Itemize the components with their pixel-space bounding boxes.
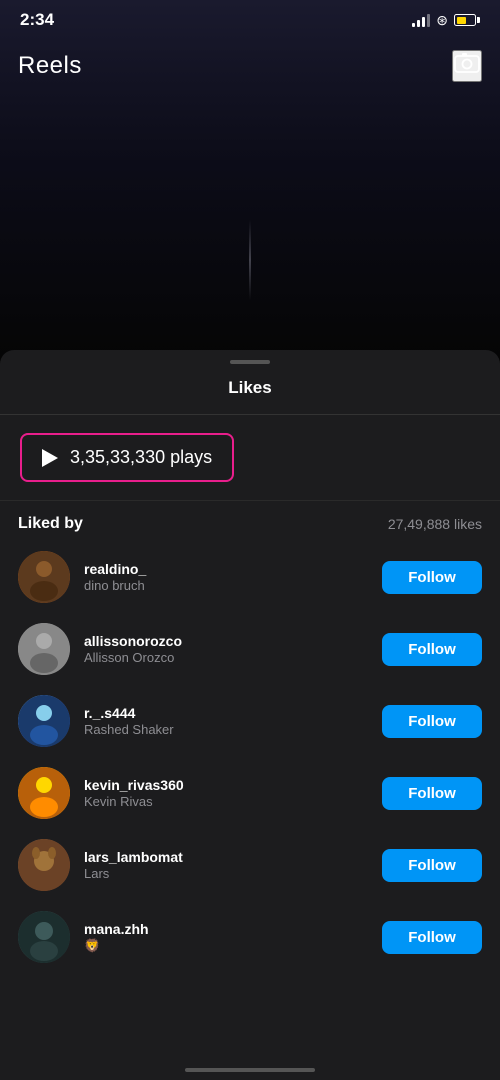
top-bar: Reels: [0, 0, 500, 92]
camera-button[interactable]: [452, 50, 482, 82]
reels-title: Reels: [18, 52, 82, 80]
follow-button[interactable]: Follow: [382, 849, 482, 882]
sheet-title: Likes: [0, 364, 500, 415]
list-item: lars_lambomat Lars Follow: [0, 829, 500, 901]
list-item: r._.s444 Rashed Shaker Follow: [0, 685, 500, 757]
user-info: kevin_rivas360 Kevin Rivas: [84, 777, 368, 809]
follow-button[interactable]: Follow: [382, 921, 482, 954]
plays-count: 3,35,33,330 plays: [70, 447, 212, 468]
user-list: realdino_ dino bruch Follow allissonoroz…: [0, 541, 500, 973]
avatar-inner: [18, 695, 70, 747]
avatar: [18, 551, 70, 603]
avatar: [18, 623, 70, 675]
avatar-inner: [18, 767, 70, 819]
list-item: realdino_ dino bruch Follow: [0, 541, 500, 613]
avatar: [18, 839, 70, 891]
avatar: [18, 767, 70, 819]
follow-button[interactable]: Follow: [382, 561, 482, 594]
user-info: r._.s444 Rashed Shaker: [84, 705, 368, 737]
avatar: [18, 911, 70, 963]
username: realdino_: [84, 561, 368, 577]
username: r._.s444: [84, 705, 368, 721]
avatar-inner: [18, 551, 70, 603]
home-indicator: [185, 1068, 315, 1072]
bottom-sheet: Likes 3,35,33,330 plays Liked by 27,49,8…: [0, 350, 500, 1080]
username: allissonorozco: [84, 633, 368, 649]
user-info: allissonorozco Allisson Orozco: [84, 633, 368, 665]
user-info: lars_lambomat Lars: [84, 849, 368, 881]
display-name: dino bruch: [84, 578, 368, 593]
liked-by-label: Liked by: [18, 515, 83, 533]
display-name: Rashed Shaker: [84, 722, 368, 737]
display-name: Kevin Rivas: [84, 794, 368, 809]
user-info: realdino_ dino bruch: [84, 561, 368, 593]
plays-container: 3,35,33,330 plays: [0, 415, 500, 501]
follow-button[interactable]: Follow: [382, 705, 482, 738]
avatar-inner: [18, 839, 70, 891]
display-name: 🦁: [84, 938, 368, 954]
avatar-inner: [18, 623, 70, 675]
user-info: mana.zhh 🦁: [84, 921, 368, 954]
username: kevin_rivas360: [84, 777, 368, 793]
username: lars_lambomat: [84, 849, 368, 865]
display-name: Allisson Orozco: [84, 650, 368, 665]
likes-count: 27,49,888 likes: [388, 516, 482, 532]
display-name: Lars: [84, 866, 368, 881]
avatar-inner: [18, 911, 70, 963]
list-item: mana.zhh 🦁 Follow: [0, 901, 500, 973]
username: mana.zhh: [84, 921, 368, 937]
list-item: allissonorozco Allisson Orozco Follow: [0, 613, 500, 685]
liked-by-header: Liked by 27,49,888 likes: [0, 501, 500, 541]
follow-button[interactable]: Follow: [382, 633, 482, 666]
avatar: [18, 695, 70, 747]
play-icon: [42, 449, 58, 467]
list-item: kevin_rivas360 Kevin Rivas Follow: [0, 757, 500, 829]
plays-box: 3,35,33,330 plays: [20, 433, 234, 482]
follow-button[interactable]: Follow: [382, 777, 482, 810]
